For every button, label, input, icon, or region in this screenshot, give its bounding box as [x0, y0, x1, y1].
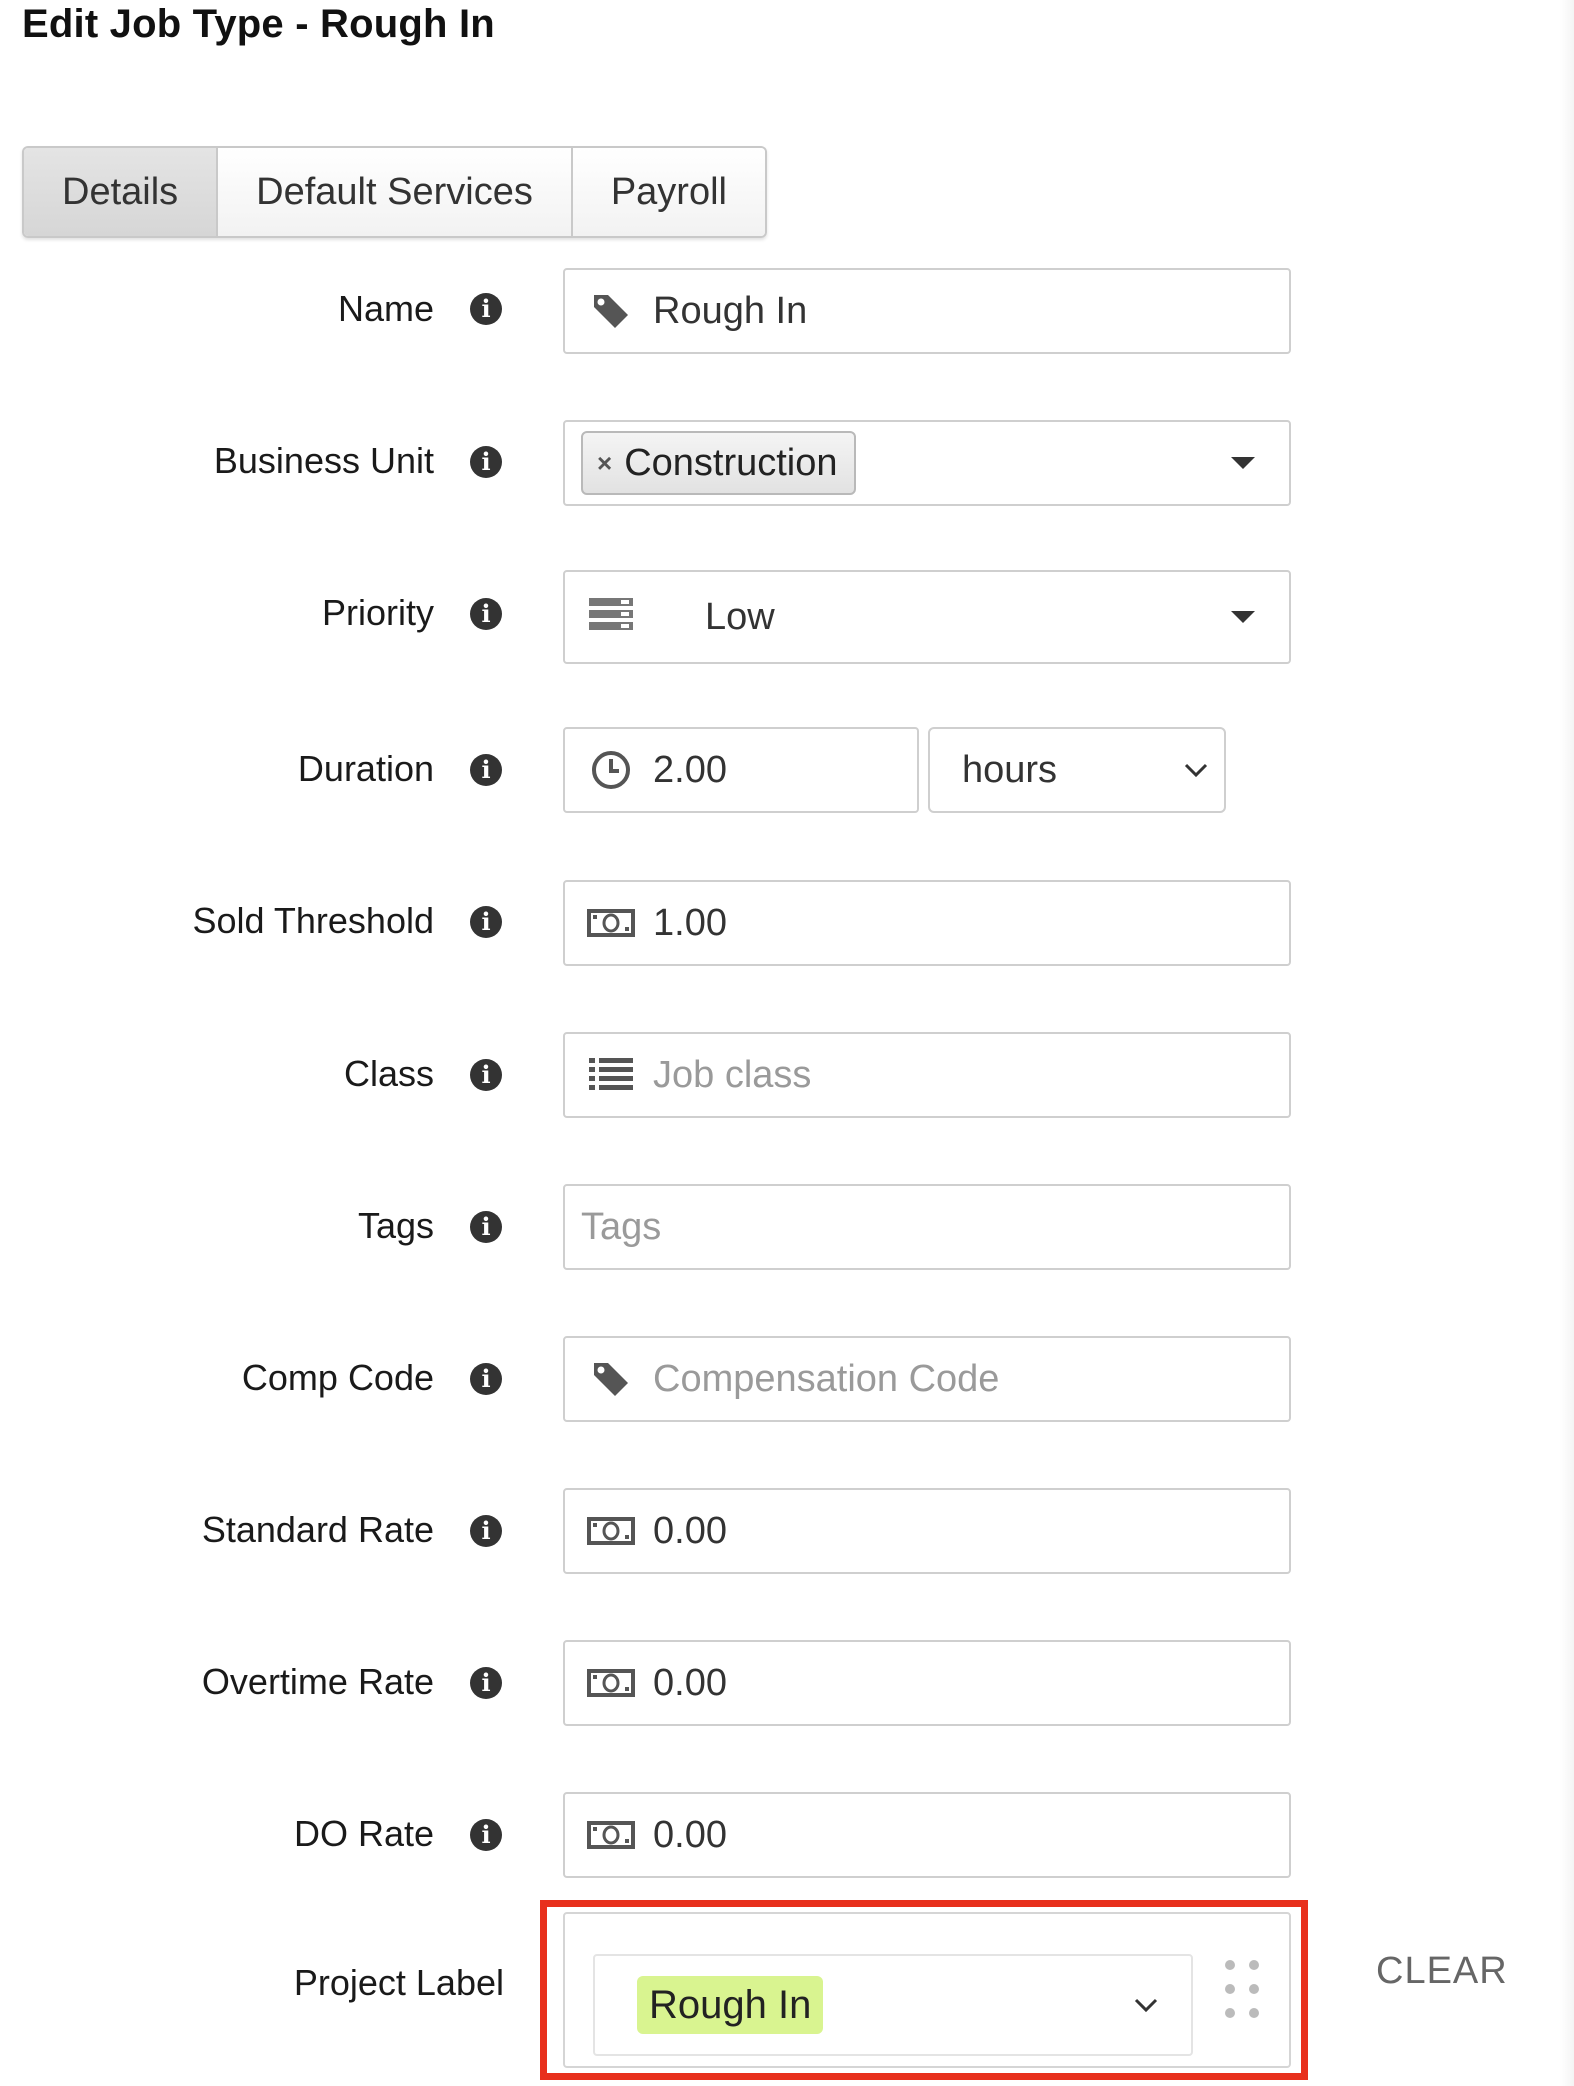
comp-code-label: Comp Code: [241, 1357, 434, 1398]
tab-details[interactable]: Details: [24, 148, 219, 236]
priority-label: Priority: [321, 592, 434, 633]
list-icon: [587, 1051, 635, 1099]
remove-chip-icon[interactable]: ×: [597, 448, 612, 479]
standard-rate-label: Standard Rate: [201, 1509, 434, 1550]
overtime-rate-label: Overtime Rate: [201, 1661, 434, 1702]
comp-code-input[interactable]: Compensation Code: [563, 1336, 1291, 1422]
standard-rate-input[interactable]: 0.00: [563, 1488, 1291, 1574]
project-label-label: Project Label: [293, 1962, 504, 2003]
class-input[interactable]: Job class: [563, 1032, 1291, 1118]
standard-rate-info-icon[interactable]: i: [470, 1515, 502, 1547]
priority-info-icon[interactable]: i: [470, 598, 502, 630]
business-unit-label: Business Unit: [213, 440, 434, 481]
name-value: Rough In: [653, 289, 808, 332]
do-rate-label: DO Rate: [293, 1813, 434, 1854]
duration-value: 2.00: [653, 748, 727, 791]
tab-default-services[interactable]: Default Services: [218, 148, 573, 236]
clock-icon: [587, 746, 635, 794]
money-icon: [587, 1811, 635, 1859]
money-icon: [587, 899, 635, 947]
duration-input[interactable]: 2.00: [563, 727, 919, 813]
standard-rate-value: 0.00: [653, 1509, 727, 1552]
business-unit-chip-label: Construction: [624, 441, 838, 484]
name-field[interactable]: Rough In: [563, 268, 1291, 354]
name-info-icon[interactable]: i: [470, 293, 502, 325]
tab-bar: Details Default Services Payroll: [22, 146, 767, 238]
tag-icon: [587, 287, 635, 335]
tags-placeholder: Tags: [581, 1205, 662, 1248]
clear-button[interactable]: CLEAR: [1376, 1950, 1508, 1993]
sold-threshold-info-icon[interactable]: i: [470, 906, 502, 938]
tag-icon: [587, 1355, 635, 1403]
tags-label: Tags: [357, 1205, 434, 1246]
tab-payroll[interactable]: Payroll: [572, 148, 765, 236]
comp-code-info-icon[interactable]: i: [470, 1363, 502, 1395]
class-label: Class: [343, 1053, 434, 1094]
money-icon: [587, 1507, 635, 1555]
duration-unit-select[interactable]: hours: [928, 727, 1226, 813]
priority-bars-icon: [587, 593, 635, 641]
comp-code-placeholder: Compensation Code: [653, 1357, 1000, 1400]
name-label: Name: [337, 288, 434, 329]
overtime-rate-value: 0.00: [653, 1661, 727, 1704]
priority-value: Low: [705, 595, 775, 638]
business-unit-chip: × Construction: [581, 431, 856, 495]
business-unit-select[interactable]: × Construction: [563, 420, 1291, 506]
do-rate-value: 0.00: [653, 1813, 727, 1856]
caret-down-icon: [1231, 611, 1255, 623]
sold-threshold-value: 1.00: [653, 901, 727, 944]
tags-info-icon[interactable]: i: [470, 1211, 502, 1243]
page-title: Edit Job Type - Rough In: [22, 2, 495, 46]
highlight-annotation: [540, 1900, 1308, 2080]
overtime-rate-input[interactable]: 0.00: [563, 1640, 1291, 1726]
class-placeholder: Job class: [653, 1053, 812, 1096]
priority-select[interactable]: Low: [563, 570, 1291, 664]
duration-unit-value: hours: [962, 748, 1058, 791]
sold-threshold-input[interactable]: 1.00: [563, 880, 1291, 966]
do-rate-input[interactable]: 0.00: [563, 1792, 1291, 1878]
do-rate-info-icon[interactable]: i: [470, 1819, 502, 1851]
duration-info-icon[interactable]: i: [470, 754, 502, 786]
caret-down-icon: [1231, 457, 1255, 469]
class-info-icon[interactable]: i: [470, 1059, 502, 1091]
sold-threshold-label: Sold Threshold: [192, 900, 435, 941]
business-unit-info-icon[interactable]: i: [470, 446, 502, 478]
chevron-down-icon: [1184, 763, 1208, 778]
money-icon: [587, 1659, 635, 1707]
tags-input[interactable]: Tags: [563, 1184, 1291, 1270]
overtime-rate-info-icon[interactable]: i: [470, 1667, 502, 1699]
duration-label: Duration: [297, 748, 434, 789]
